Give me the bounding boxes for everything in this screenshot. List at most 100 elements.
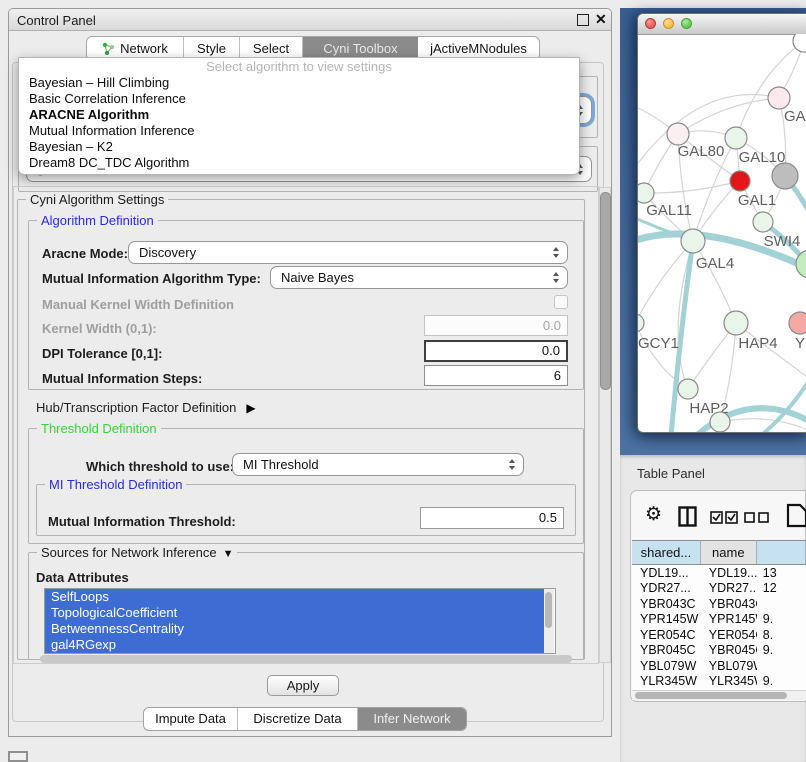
network-node-gal1[interactable] <box>753 212 773 232</box>
attributes-list-hscrollbar[interactable] <box>40 655 572 663</box>
network-node-gal7[interactable] <box>768 87 790 109</box>
page-icon[interactable] <box>786 503 806 528</box>
table-row[interactable]: YLR345WYLR345W9. <box>632 674 806 690</box>
table-cell: YDL19... <box>701 566 757 580</box>
algorithm-option-bayesian-k2[interactable]: Bayesian – K2 <box>19 139 579 155</box>
network-window-titlebar[interactable] <box>638 14 806 35</box>
table-cell: YLR345W <box>632 674 701 688</box>
algorithm-option-bayesian-hill-climbing[interactable]: Bayesian – Hill Climbing <box>19 75 579 91</box>
mi-steps-field[interactable]: 6 <box>424 365 568 386</box>
algorithm-option-aracne-algorithm[interactable]: ARACNE Algorithm <box>19 107 579 123</box>
expand-arrow-icon[interactable]: ▶ <box>246 401 255 415</box>
data-attributes-list[interactable]: SelfLoopsTopologicalCoefficientBetweenne… <box>44 588 556 654</box>
gear-icon[interactable]: ⚙ <box>645 505 662 525</box>
attribute-item-topologicalcoefficient[interactable]: TopologicalCoefficient <box>45 605 545 621</box>
table-row[interactable]: YBR043CYBR043C <box>632 596 806 612</box>
network-edge <box>644 181 740 193</box>
network-edge <box>693 241 736 323</box>
network-edge <box>678 98 779 134</box>
column-header-name[interactable]: name <box>701 540 757 565</box>
network-node-red-node[interactable] <box>730 171 750 191</box>
table-hscrollbar-thumb[interactable] <box>635 692 787 699</box>
table-row[interactable]: YDR27...YDR27...12 <box>632 581 806 597</box>
float-window-icon[interactable] <box>577 14 589 26</box>
network-node-gcy1[interactable] <box>638 314 644 332</box>
close-icon[interactable]: ✕ <box>595 11 607 28</box>
table-row[interactable]: YER054CYER054C8. <box>632 627 806 643</box>
network-canvas[interactable]: GAL7GAL80GAL10GAL11GAL1SWI4GAL4GCY1HAP4Y… <box>638 34 806 432</box>
table-row[interactable]: YPR145WYPR145W9. <box>632 612 806 628</box>
node-label-gal4: GAL4 <box>696 255 734 272</box>
which-threshold-combo[interactable]: MI Threshold <box>232 453 524 476</box>
network-node-top-node[interactable] <box>793 34 806 52</box>
hub-definition-label: Hub/Transcription Factor Definition <box>36 400 236 415</box>
table-cell: 8. <box>757 628 806 642</box>
apply-button[interactable]: Apply <box>267 675 339 696</box>
network-node-gray-node[interactable] <box>772 163 798 189</box>
node-label-hap4: HAP4 <box>738 335 777 352</box>
unchecked-boxes-icon[interactable] <box>744 512 770 523</box>
table-cell: YDL19... <box>632 566 701 580</box>
tab-infer-network[interactable]: Infer Network <box>358 708 466 730</box>
network-node-gal80[interactable] <box>667 123 689 145</box>
algorithm-definition-label: Algorithm Definition <box>37 213 158 228</box>
mi-threshold-field[interactable]: 0.5 <box>420 507 564 529</box>
table-row[interactable]: YBL079WYBL079W <box>632 658 806 674</box>
collapse-arrow-icon[interactable]: ▼ <box>223 548 234 560</box>
minimized-panel-icon[interactable] <box>8 751 28 762</box>
tab-impute-data[interactable]: Impute Data <box>144 708 238 730</box>
tab-discretize-data[interactable]: Discretize Data <box>238 708 358 730</box>
table-header-row: shared...name <box>632 540 806 565</box>
close-traffic-light-icon[interactable] <box>645 18 656 29</box>
table-cell: YPR145W <box>632 612 701 626</box>
attribute-item-gal4rgexp[interactable]: gal4RGexp <box>45 637 545 653</box>
network-graph[interactable]: GAL7GAL80GAL10GAL11GAL1SWI4GAL4GCY1HAP4Y… <box>638 34 806 432</box>
dpi-tolerance-field[interactable]: 0.0 <box>424 340 568 362</box>
cyni-algorithm-settings-label: Cyni Algorithm Settings <box>26 192 168 207</box>
table-cell: YDR27... <box>632 581 701 595</box>
table-cell: 9. <box>757 643 806 657</box>
settings-scrollbar-thumb[interactable] <box>600 192 611 390</box>
mi-type-combo[interactable]: Naive Bayes <box>270 266 568 289</box>
algorithm-dropdown-popup: Select algorithm to view settings Bayesi… <box>18 57 580 175</box>
algorithm-popup-list: Bayesian – Hill ClimbingBasic Correlatio… <box>19 75 579 171</box>
zoom-traffic-light-icon[interactable] <box>681 18 692 29</box>
algorithm-option-mutual-information-inference[interactable]: Mutual Information Inference <box>19 123 579 139</box>
column-header-shared[interactable]: shared... <box>632 540 701 565</box>
table-cell: 9. <box>757 674 806 688</box>
table-row[interactable]: YDL19...YDL19...13 <box>632 565 806 581</box>
network-node-gal10[interactable] <box>725 127 747 149</box>
manual-kernel-label: Manual Kernel Width Definition <box>42 297 234 312</box>
attributes-list-scrollbar-thumb[interactable] <box>545 592 552 628</box>
attribute-item-betweennesscentrality[interactable]: BetweennessCentrality <box>45 621 545 637</box>
node-label-swi4: SWI4 <box>764 233 801 250</box>
aracne-mode-label: Aracne Mode: <box>42 246 128 261</box>
control-panel-title: Control Panel <box>17 13 96 28</box>
hub-definition-toggle[interactable]: Hub/Transcription Factor Definition ▶ <box>36 400 256 415</box>
column-header-col2[interactable] <box>757 540 806 565</box>
network-node-y-node[interactable] <box>789 312 806 334</box>
network-node-gal11[interactable] <box>638 183 654 203</box>
algorithm-option-dream8-dc-tdc-algorithm[interactable]: Dream8 DC_TDC Algorithm <box>19 155 579 171</box>
aracne-mode-combo[interactable]: Discovery <box>128 241 568 264</box>
table-cell: YBR045C <box>701 643 757 657</box>
sources-group-label: Sources for Network Inference▼ <box>37 545 237 560</box>
attribute-item-selfloops[interactable]: SelfLoops <box>45 589 545 605</box>
network-view-window[interactable]: GAL7GAL80GAL10GAL11GAL1SWI4GAL4GCY1HAP4Y… <box>637 13 806 433</box>
network-node-hap4[interactable] <box>724 311 748 335</box>
combo-stepper-icon <box>553 247 560 258</box>
mi-type-label: Mutual Information Algorithm Type: <box>42 271 261 286</box>
mi-threshold-group-label: MI Threshold Definition <box>45 477 186 492</box>
network-node-hap2[interactable] <box>678 379 698 399</box>
table-row[interactable]: YBR045CYBR045C9. <box>632 643 806 659</box>
node-label-gcy1: GCY1 <box>638 335 679 352</box>
split-columns-icon[interactable] <box>678 506 697 527</box>
network-node-bottom-node[interactable] <box>710 412 730 432</box>
checked-boxes-icon[interactable] <box>710 511 738 524</box>
algorithm-option-basic-correlation-inference[interactable]: Basic Correlation Inference <box>19 91 579 107</box>
mi-steps-label: Mutual Information Steps: <box>42 371 202 386</box>
minimize-traffic-light-icon[interactable] <box>663 18 674 29</box>
network-node-gal4[interactable] <box>681 229 705 253</box>
bottom-tab-bar: Impute DataDiscretize DataInfer Network <box>143 707 467 731</box>
mi-threshold-label: Mutual Information Threshold: <box>48 514 236 529</box>
